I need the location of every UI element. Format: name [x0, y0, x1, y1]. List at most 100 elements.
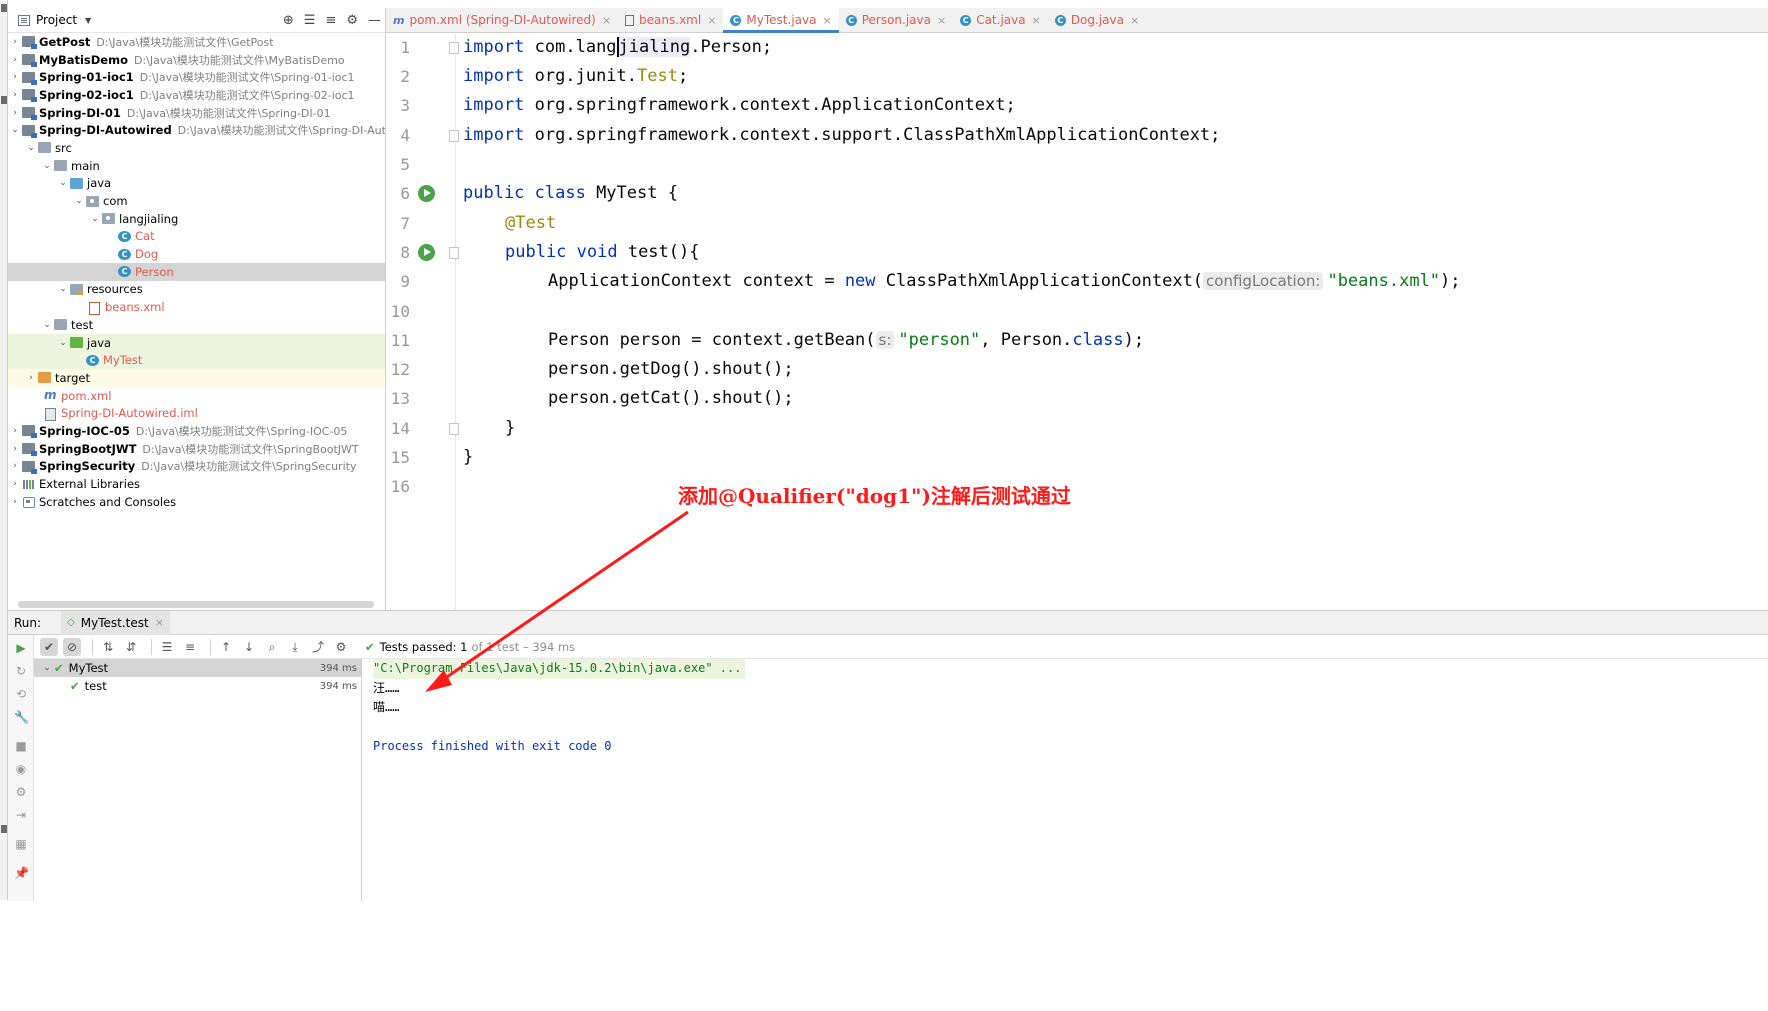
project-tool-icon[interactable]: [1, 4, 7, 12]
rerun-icon[interactable]: ▶: [14, 641, 28, 655]
tab-person-java[interactable]: C Person.java ×: [839, 8, 954, 32]
chevron-down-icon[interactable]: ⌄: [40, 320, 54, 330]
previous-failed-icon[interactable]: ↑: [217, 638, 235, 656]
search-icon[interactable]: ⌕: [263, 638, 281, 656]
tree-item-spring-di-autowired[interactable]: ⌄ Spring-DI-Autowired D:\Java\模块功能测试文件\Spr…: [8, 121, 385, 139]
chevron-down-icon[interactable]: ⌄: [56, 178, 70, 188]
tree-item-beans-xml[interactable]: beans.xml: [8, 298, 385, 316]
chevron-right-icon[interactable]: ›: [8, 461, 22, 471]
rerun-failed-icon[interactable]: ↻: [14, 664, 28, 678]
chevron-right-icon[interactable]: ›: [8, 426, 22, 436]
exit-icon[interactable]: ⇥: [14, 808, 28, 822]
chevron-down-icon[interactable]: ⌄: [24, 143, 38, 153]
tab-dog-java[interactable]: C Dog.java ×: [1048, 8, 1146, 32]
close-icon[interactable]: ×: [822, 14, 831, 27]
chevron-down-icon[interactable]: ⌄: [56, 338, 70, 348]
close-icon[interactable]: ×: [937, 14, 946, 27]
horizontal-scrollbar[interactable]: [18, 601, 374, 608]
import-tests-icon[interactable]: ⤓: [286, 638, 304, 656]
chevron-right-icon[interactable]: ›: [8, 37, 22, 47]
show-ignored-icon[interactable]: ⊘: [63, 637, 81, 656]
show-passed-icon[interactable]: ✔: [40, 637, 58, 656]
tree-item-test-java[interactable]: ⌄ java: [8, 333, 385, 352]
collapse-all-icon[interactable]: ≡: [325, 13, 336, 28]
chevron-right-icon[interactable]: ›: [8, 497, 22, 507]
chevron-right-icon[interactable]: ›: [8, 108, 22, 118]
gear-icon[interactable]: ⚙: [332, 638, 350, 656]
tree-item-getpost[interactable]: › GetPost D:\Java\模块功能测试文件\GetPost: [8, 33, 385, 51]
chevron-down-icon[interactable]: ⌄: [8, 125, 22, 135]
minimize-icon[interactable]: —: [368, 13, 381, 28]
run-test-gutter-icon[interactable]: [418, 185, 435, 202]
tab-cat-java[interactable]: C Cat.java ×: [953, 8, 1048, 32]
tree-item-scratches[interactable]: › Scratches and Consoles: [8, 493, 385, 511]
sort-duration-icon[interactable]: ⇵: [122, 638, 140, 656]
locate-icon[interactable]: ⊕: [283, 13, 294, 28]
tree-item-cat[interactable]: C Cat: [8, 228, 385, 246]
tree-item-spring-02-ioc1[interactable]: › Spring-02-ioc1 D:\Java\模块功能测试文件\Spring-0…: [8, 86, 385, 104]
tree-item-mybatisdemo[interactable]: › MyBatisDemo D:\Java\模块功能测试文件\MyBatisDemo: [8, 51, 385, 69]
tree-item-springsecurity[interactable]: › SpringSecurity D:\Java\模块功能测试文件\SpringSe…: [8, 458, 385, 476]
next-failed-icon[interactable]: ↓: [240, 638, 258, 656]
chevron-down-icon[interactable]: ⌄: [72, 196, 86, 206]
tree-item-person[interactable]: C Person: [8, 262, 385, 281]
tree-item-iml[interactable]: Spring-DI-Autowired.iml: [8, 404, 385, 422]
chevron-down-icon[interactable]: ⌄: [56, 284, 70, 294]
close-icon[interactable]: ×: [707, 14, 716, 27]
toggle-auto-test-icon[interactable]: ⟲: [14, 687, 28, 701]
commit-tool-icon[interactable]: [1, 96, 7, 104]
expand-all-icon[interactable]: ☰: [304, 13, 316, 28]
camera-icon[interactable]: ◉: [14, 762, 28, 776]
chevron-right-icon[interactable]: ›: [8, 479, 22, 489]
chevron-right-icon[interactable]: ›: [8, 55, 22, 65]
tree-item-langjialing[interactable]: ⌄ langjialing: [8, 210, 385, 228]
fold-icon[interactable]: [449, 42, 459, 54]
test-row-test[interactable]: ✔ test 394 ms: [34, 677, 361, 695]
chevron-right-icon[interactable]: ›: [8, 72, 22, 82]
tree-item-springbootjwt[interactable]: › SpringBootJWT D:\Java\模块功能测试文件\SpringBoo…: [8, 440, 385, 458]
collapse-all-icon[interactable]: ≡: [181, 638, 199, 656]
chevron-right-icon[interactable]: ›: [8, 90, 22, 100]
fold-icon[interactable]: [449, 423, 459, 435]
tree-item-spring-di-01[interactable]: › Spring-DI-01 D:\Java\模块功能测试文件\Spring-DI-…: [8, 104, 385, 122]
test-row-mytest[interactable]: ⌄ ✔ MyTest 394 ms: [34, 659, 361, 677]
wrench-icon[interactable]: 🔧: [14, 710, 29, 724]
chevron-right-icon[interactable]: ›: [24, 373, 38, 383]
structure-tool-icon[interactable]: [1, 825, 7, 833]
tree-item-com[interactable]: ⌄ com: [8, 192, 385, 210]
close-icon[interactable]: ×: [1130, 14, 1139, 27]
close-icon[interactable]: ×: [602, 14, 611, 27]
tree-item-external-libraries[interactable]: › External Libraries: [8, 475, 385, 493]
tab-mytest-java[interactable]: C MyTest.java ×: [723, 8, 839, 33]
tab-pom-xml[interactable]: m pom.xml (Spring-DI-Autowired) ×: [386, 8, 618, 32]
project-title[interactable]: Project: [36, 13, 77, 27]
tree-item-spring-ioc-05[interactable]: › Spring-IOC-05 D:\Java\模块功能测试文件\Spring-IO…: [8, 422, 385, 440]
chevron-down-icon[interactable]: ⌄: [40, 161, 54, 171]
console-output[interactable]: "C:\Program Files\Java\jdk-15.0.2\bin\ja…: [373, 659, 1768, 901]
chevron-down-icon[interactable]: ⌄: [40, 663, 54, 673]
tree-item-test[interactable]: ⌄ test: [8, 316, 385, 334]
settings-icon[interactable]: ⚙: [14, 785, 28, 799]
tab-beans-xml[interactable]: beans.xml ×: [618, 8, 723, 32]
fold-icon[interactable]: [449, 130, 459, 142]
tree-item-spring-01-ioc1[interactable]: › Spring-01-ioc1 D:\Java\模块功能测试文件\Spring-0…: [8, 68, 385, 86]
tree-item-target[interactable]: › target: [8, 369, 385, 387]
close-icon[interactable]: ×: [155, 616, 164, 629]
stop-icon[interactable]: ■: [14, 739, 28, 753]
run-tab-mytest[interactable]: ◇ MyTest.test ×: [61, 610, 170, 635]
tree-item-main[interactable]: ⌄ main: [8, 157, 385, 175]
expand-all-icon[interactable]: ☰: [158, 638, 176, 656]
fold-icon[interactable]: [449, 247, 459, 259]
sort-alpha-icon[interactable]: ⇅: [99, 638, 117, 656]
chevron-down-icon[interactable]: ▼: [85, 16, 91, 25]
layout-icon[interactable]: ▦: [14, 837, 28, 851]
chevron-down-icon[interactable]: ⌄: [88, 214, 102, 224]
tree-item-pom-xml[interactable]: m pom.xml: [8, 387, 385, 405]
tree-item-mytest[interactable]: C MyTest: [8, 351, 385, 370]
tree-item-src[interactable]: ⌄ src: [8, 139, 385, 157]
close-icon[interactable]: ×: [1032, 14, 1041, 27]
tree-item-resources[interactable]: ⌄ resources: [8, 281, 385, 299]
run-test-gutter-icon[interactable]: [418, 244, 435, 261]
tree-item-dog[interactable]: C Dog: [8, 245, 385, 263]
code-editor[interactable]: 1 2 3 4 5 6 7 8 9 10 11 12 13 14 15 16 i…: [386, 34, 1768, 610]
